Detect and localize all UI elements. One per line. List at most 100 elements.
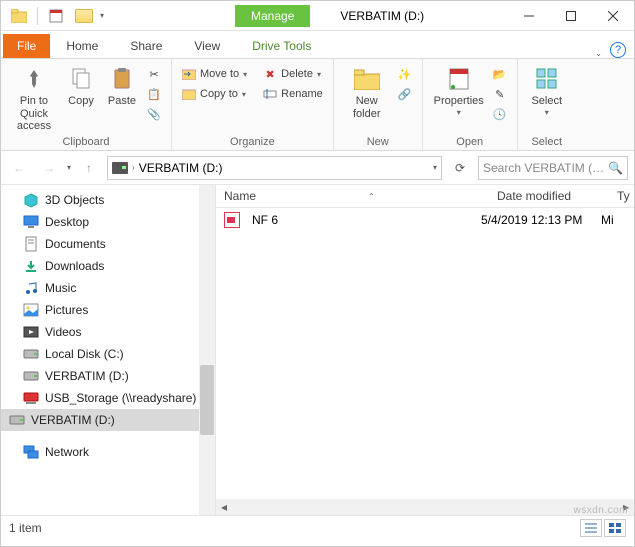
qat-properties-icon[interactable] [44,4,68,28]
up-button[interactable]: ↑ [77,156,101,180]
tree-item-label: VERBATIM (D:) [31,413,115,427]
cut-button[interactable]: ✂ [143,65,165,83]
file-list-body[interactable]: NF 65/4/2019 12:13 PMMi [216,208,634,499]
path-icon: 📋 [147,87,161,101]
minimize-button[interactable] [508,2,550,30]
breadcrumb[interactable]: VERBATIM (D:) [139,161,223,175]
new-folder-button[interactable]: New folder [340,61,394,120]
table-row[interactable]: NF 65/4/2019 12:13 PMMi [216,208,634,232]
details-view-button[interactable] [580,519,602,537]
view-toggles [580,519,626,537]
tree-item[interactable]: Music [1,277,215,299]
search-box[interactable]: Search VERBATIM (… 🔍 [478,156,628,180]
tree-item[interactable]: 3D Objects [1,189,215,211]
group-new: New folder ✨ 🔗 New [334,59,423,150]
back-button[interactable]: ← [7,156,31,180]
column-headers: Name⌃ Date modified Ty [216,185,634,208]
tree-item[interactable]: USB_Storage (\\readyshare) [1,387,215,409]
tree-item[interactable]: Documents [1,233,215,255]
tree-item-label: Music [45,281,76,295]
thumbnails-view-button[interactable] [604,519,626,537]
new-item-icon: ✨ [398,67,412,81]
edit-button[interactable]: ✎ [489,85,511,103]
column-type[interactable]: Ty [609,185,634,207]
move-to-button[interactable]: Move to ▾ [178,65,251,83]
tree-item-label: USB_Storage (\\readyshare) [45,391,196,405]
pin-icon [20,65,48,93]
maximize-button[interactable] [550,2,592,30]
tree-item[interactable]: Desktop [1,211,215,233]
navigation-bar: ← → ▾ ↑ › VERBATIM (D:) ▾ ⟳ Search VERBA… [1,151,634,185]
download-icon [23,258,39,274]
address-dropdown-icon[interactable]: ▾ [433,163,437,172]
group-clipboard: Pin to Quick access Copy Paste ✂ 📋 📎 Cli… [1,59,172,150]
refresh-button[interactable]: ⟳ [448,156,472,180]
tree-item-label: Videos [45,325,81,339]
tree-item-label: Local Disk (C:) [45,347,124,361]
address-bar[interactable]: › VERBATIM (D:) ▾ [107,156,442,180]
forward-button[interactable]: → [37,156,61,180]
pin-to-quick-access-button[interactable]: Pin to Quick access [7,61,61,133]
contextual-tab-manage[interactable]: Manage [235,5,310,27]
paste-shortcut-button[interactable]: 📎 [143,105,165,123]
paste-icon [108,65,136,93]
close-button[interactable] [592,2,634,30]
tree-item-label: Downloads [45,259,104,273]
window-title: VERBATIM (D:) [340,9,424,23]
tree-item[interactable]: VERBATIM (D:) [1,365,215,387]
folder-icon [353,65,381,93]
tree-item[interactable]: Pictures [1,299,215,321]
tab-view[interactable]: View [178,34,236,58]
tab-file[interactable]: File [3,34,50,58]
scroll-track[interactable] [248,500,602,514]
group-label-open: Open [429,134,511,150]
tab-share[interactable]: Share [114,34,178,58]
column-name[interactable]: Name⌃ [216,185,489,207]
tree-scrollbar[interactable] [199,185,215,515]
tree-item[interactable]: VERBATIM (D:) [1,409,215,431]
drive-icon [112,162,128,174]
qat-customize-icon[interactable]: ▾ [100,11,104,20]
tab-drive-tools[interactable]: Drive Tools [236,34,327,58]
scroll-left-icon[interactable]: ◂ [216,499,232,515]
tree-item[interactable]: Local Disk (C:) [1,343,215,365]
paste-button[interactable]: Paste [101,61,143,108]
properties-button[interactable]: Properties ▾ [429,61,489,117]
delete-button[interactable]: ✖Delete ▾ [259,65,327,83]
qat-new-folder-icon[interactable] [72,4,96,28]
history-button[interactable]: 🕓 [489,105,511,123]
new-item-button[interactable]: ✨ [394,65,416,83]
select-button[interactable]: Select ▾ [524,61,570,117]
sort-indicator-icon: ⌃ [368,192,375,201]
column-date[interactable]: Date modified [489,185,609,207]
clipboard-extra: ✂ 📋 📎 [143,61,165,123]
tab-home[interactable]: Home [50,34,114,58]
easy-access-button[interactable]: 🔗 [394,85,416,103]
content-area: 3D Objects DesktopDocuments Downloads Music… [1,185,634,515]
edit-icon: ✎ [493,87,507,101]
network-icon [23,444,39,460]
copy-button[interactable]: Copy [61,61,101,108]
tree-scroll-thumb[interactable] [200,365,214,435]
copy-path-button[interactable]: 📋 [143,85,165,103]
quick-access-toolbar: ▾ [1,4,110,28]
tree-item-label: Pictures [45,303,88,317]
cube-icon [23,192,39,208]
help-icon[interactable]: ? [610,42,626,58]
copy-to-button[interactable]: Copy to ▾ [178,85,251,103]
horizontal-scrollbar[interactable]: ◂ ▸ [216,499,634,515]
disk-icon [23,368,39,384]
recent-locations-button[interactable]: ▾ [67,163,71,172]
rename-button[interactable]: Rename [259,85,327,103]
tree-item[interactable]: Videos [1,321,215,343]
tree-item[interactable]: Downloads [1,255,215,277]
music-icon [23,280,39,296]
doc-icon [23,236,39,252]
open-button[interactable]: 📂 [489,65,511,83]
tree-item-label: 3D Objects [45,193,104,207]
tree-item[interactable]: Network [1,441,215,463]
ribbon-collapse-icon[interactable]: ⌄ [595,49,602,58]
desktop-icon [23,214,39,230]
navigation-pane[interactable]: 3D Objects DesktopDocuments Downloads Music… [1,185,216,515]
move-icon [182,67,196,81]
